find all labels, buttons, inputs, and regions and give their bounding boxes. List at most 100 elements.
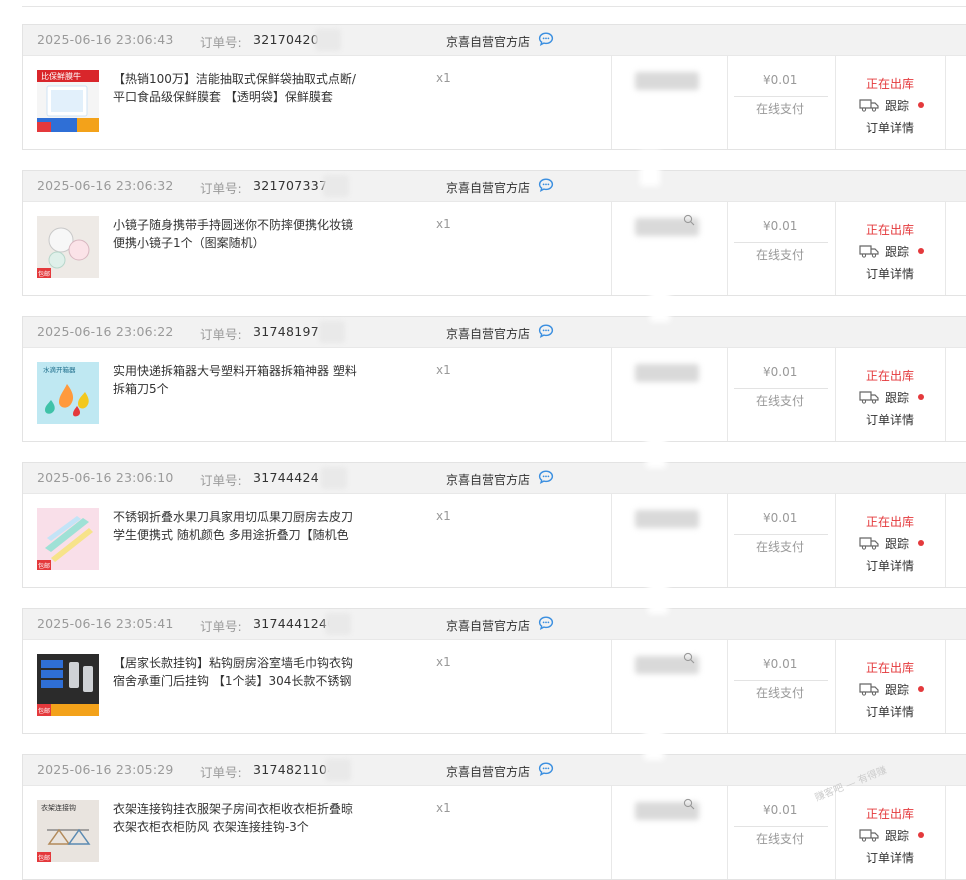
- column-divider: [835, 494, 836, 587]
- amount-divider: [734, 826, 828, 827]
- product-title-link[interactable]: 衣架连接钩挂衣服架子房间衣柜收衣柜折叠晾衣架衣柜衣柜防风 衣架连接挂钩-3个: [113, 800, 363, 836]
- order-number: 3174821104: [253, 762, 336, 777]
- order-detail-link[interactable]: 订单详情: [866, 265, 914, 282]
- search-icon[interactable]: [683, 652, 695, 664]
- product-title-link[interactable]: 实用快递拆箱器大号塑料开箱器拆箱神器 塑料拆箱刀5个: [113, 362, 363, 398]
- order-amount: ¥0.01: [763, 219, 798, 233]
- product-thumbnail[interactable]: 包邮: [37, 216, 99, 278]
- payment-method: 在线支付: [756, 248, 805, 262]
- chat-icon[interactable]: [538, 324, 554, 338]
- product-title-link[interactable]: 【热销100万】洁能抽取式保鲜袋抽取式点断/平口食品级保鲜膜套 【透明袋】保鲜膜…: [113, 70, 363, 106]
- order-header: 2025-06-16 23:06:43 订单号: 32170420 京喜自营官方…: [23, 25, 966, 56]
- search-icon[interactable]: [683, 798, 695, 810]
- order-header: 2025-06-16 23:05:29 订单号: 3174821104 京喜自营…: [23, 755, 966, 786]
- column-divider: [945, 786, 946, 879]
- redaction-artifact: [650, 286, 670, 322]
- chat-icon[interactable]: [538, 178, 554, 192]
- column-divider: [611, 202, 612, 295]
- payment-method: 在线支付: [756, 394, 805, 408]
- order-detail-link[interactable]: 订单详情: [866, 411, 914, 428]
- order-detail-link[interactable]: 订单详情: [866, 703, 914, 720]
- order-time: 2025-06-16 23:06:43: [37, 32, 174, 47]
- order-detail-link[interactable]: 订单详情: [866, 849, 914, 866]
- buyer-name-redacted: [635, 72, 699, 90]
- notification-dot: [918, 832, 925, 838]
- order-card: 2025-06-16 23:06:43 订单号: 32170420 京喜自营官方…: [22, 24, 966, 150]
- order-body: 包邮 小镜子随身携带手持圆迷你不防摔便携化妆镜便携小镜子1个（图案随机） x1 …: [23, 202, 966, 295]
- track-button[interactable]: 跟踪: [858, 96, 925, 114]
- chat-icon[interactable]: [538, 470, 554, 484]
- notification-dot: [918, 102, 925, 108]
- order-number-redaction: [319, 321, 345, 343]
- shop-name-link[interactable]: 京喜自营官方店: [446, 33, 530, 50]
- track-button[interactable]: 跟踪: [858, 388, 925, 406]
- thumb-caption: 衣架连接钩: [41, 803, 76, 812]
- order-card: 2025-06-16 23:06:32 订单号: 3217073376 京喜自营…: [22, 170, 966, 296]
- truck-icon: [859, 537, 879, 550]
- product-thumbnail[interactable]: 衣架连接钩 包邮: [37, 800, 99, 862]
- order-status: 正在出库: [866, 77, 915, 91]
- shop-name-link[interactable]: 京喜自营官方店: [446, 471, 530, 488]
- thumb-caption: 包邮: [38, 270, 50, 278]
- shop-name-link[interactable]: 京喜自营官方店: [446, 179, 530, 196]
- payment-method: 在线支付: [756, 102, 805, 116]
- payment-method: 在线支付: [756, 540, 805, 554]
- order-amount: ¥0.01: [763, 511, 798, 525]
- track-button[interactable]: 跟踪: [858, 534, 925, 552]
- column-divider: [611, 348, 612, 441]
- quantity: x1: [436, 71, 451, 85]
- order-list: 2025-06-16 23:06:43 订单号: 32170420 京喜自营官方…: [0, 0, 966, 880]
- order-card: 2025-06-16 23:05:41 订单号: 3174441240 京喜自营…: [22, 608, 966, 734]
- chat-icon[interactable]: [538, 32, 554, 46]
- column-divider: [727, 494, 728, 587]
- thumb-caption: 水滴开箱器: [43, 365, 76, 374]
- quantity: x1: [436, 363, 451, 377]
- order-time: 2025-06-16 23:05:41: [37, 616, 174, 631]
- column-divider: [945, 640, 946, 733]
- product-title-link[interactable]: 不锈钢折叠水果刀具家用切瓜果刀厨房去皮刀学生便携式 随机颜色 多用途折叠刀【随机…: [113, 508, 363, 544]
- product-thumbnail[interactable]: 比保鲜膜牛: [37, 70, 99, 132]
- product-thumbnail[interactable]: 包邮: [37, 654, 99, 716]
- column-divider: [945, 202, 946, 295]
- shop-name-link[interactable]: 京喜自营官方店: [446, 763, 530, 780]
- order-time: 2025-06-16 23:06:10: [37, 470, 174, 485]
- shop-name-link[interactable]: 京喜自营官方店: [446, 617, 530, 634]
- track-button[interactable]: 跟踪: [858, 826, 925, 844]
- shop-name-link[interactable]: 京喜自营官方店: [446, 325, 530, 342]
- product-title-link[interactable]: 【居家长款挂钩】粘钩厨房浴室墙毛巾钩衣钩宿舍承重门后挂钩 【1个装】304长款不…: [113, 654, 363, 690]
- order-detail-link[interactable]: 订单详情: [866, 557, 914, 574]
- amount-divider: [734, 96, 828, 97]
- order-status: 正在出库: [866, 515, 915, 529]
- truck-icon: [859, 683, 879, 696]
- search-icon[interactable]: [683, 214, 695, 226]
- redaction-artifact: [646, 432, 666, 468]
- truck-icon: [859, 391, 879, 404]
- order-body: 比保鲜膜牛 【热销100万】洁能抽取式保鲜袋抽取式点断/平口食品级保鲜膜套 【透…: [23, 56, 966, 149]
- column-divider: [611, 786, 612, 879]
- product-title-link[interactable]: 小镜子随身携带手持圆迷你不防摔便携化妆镜便携小镜子1个（图案随机）: [113, 216, 363, 252]
- order-body: 水滴开箱器 实用快递拆箱器大号塑料开箱器拆箱神器 塑料拆箱刀5个 x1 ¥0.0…: [23, 348, 966, 441]
- column-divider: [835, 202, 836, 295]
- order-number-redaction: [325, 759, 351, 781]
- redaction-artifact: [644, 724, 664, 760]
- product-thumbnail[interactable]: 包邮: [37, 508, 99, 570]
- column-divider: [727, 56, 728, 149]
- chat-icon[interactable]: [538, 616, 554, 630]
- thumb-caption: 包邮: [38, 854, 50, 862]
- order-detail-link[interactable]: 订单详情: [866, 119, 914, 136]
- truck-icon: [859, 245, 879, 258]
- quantity: x1: [436, 509, 451, 523]
- column-divider: [727, 202, 728, 295]
- column-divider: [945, 348, 946, 441]
- column-divider: [727, 640, 728, 733]
- track-button[interactable]: 跟踪: [858, 242, 925, 260]
- buyer-name-redacted: [635, 364, 699, 382]
- notification-dot: [918, 686, 925, 692]
- payment-method: 在线支付: [756, 686, 805, 700]
- track-button[interactable]: 跟踪: [858, 680, 925, 698]
- product-thumbnail[interactable]: 水滴开箱器: [37, 362, 99, 424]
- order-number-label: 订单号:: [200, 181, 242, 196]
- chat-icon[interactable]: [538, 762, 554, 776]
- order-number-label: 订单号:: [200, 765, 242, 780]
- order-amount: ¥0.01: [763, 365, 798, 379]
